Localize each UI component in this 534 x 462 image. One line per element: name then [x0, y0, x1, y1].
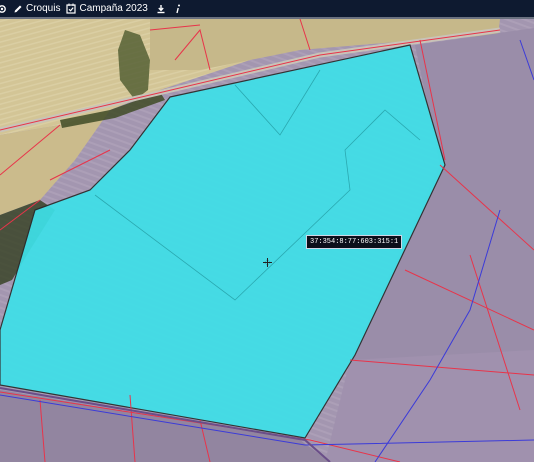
calendar-check-icon	[66, 3, 77, 14]
map-canvas[interactable]: 37:354:8:77:603:315:1	[0, 19, 534, 462]
campaign-label: Campaña 2023	[79, 3, 148, 14]
download-icon	[156, 4, 166, 14]
download-button[interactable]	[156, 4, 166, 14]
croquis-button[interactable]: Croquis	[13, 3, 60, 14]
campaign-selector[interactable]: Campaña 2023	[66, 3, 148, 14]
crosshair-cursor-icon	[263, 258, 272, 267]
info-button[interactable]	[174, 4, 182, 14]
info-icon	[174, 4, 182, 14]
toolbar: Croquis Campaña 2023	[0, 0, 534, 19]
coordinate-readout: 37:354:8:77:603:315:1	[306, 235, 403, 249]
map-layers	[0, 19, 534, 462]
view-button[interactable]	[0, 4, 7, 14]
map-viewer: Croquis Campaña 2023 37:354:8:77:603:315…	[0, 0, 534, 462]
croquis-label: Croquis	[26, 3, 61, 14]
pencil-icon	[13, 4, 23, 14]
eye-icon	[0, 4, 7, 14]
